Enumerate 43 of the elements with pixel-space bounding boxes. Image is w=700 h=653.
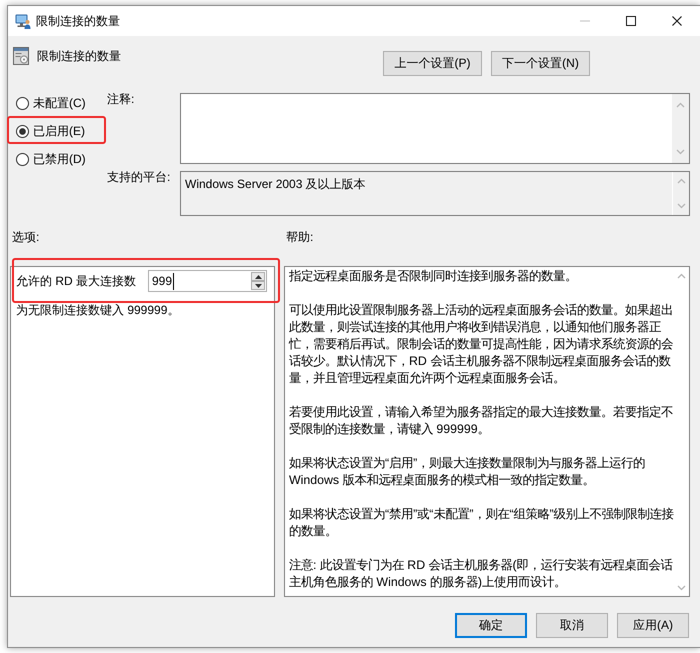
help-paragraph: 可以使用此设置限制服务器上活动的远程桌面服务会话的数量。如果超出此数量，则尝试连接的其他用户将收到错误消息，以通知他们服务器正忙，需要稍后再试。限制会话的数量可提高性能，因为请求系统资源的会话较少。默认情况下，RD 会话主机服务器不限制远程桌面服务会话的数量，并且管理远程桌面允许两个远程桌面服务会话。 [289, 302, 674, 387]
help-paragraph: 如果将状态设置为“禁用”或“未配置”，则在“组策略”级别上不强制限制连接的数量。 [289, 506, 674, 540]
scroll-down-icon[interactable] [677, 585, 686, 591]
up-triangle-icon[interactable] [254, 274, 262, 278]
scroll-down-icon[interactable] [676, 203, 686, 209]
next-setting-button[interactable]: 下一个设置(N) [491, 51, 590, 76]
spin-down-button[interactable] [251, 281, 265, 290]
spin-up-button[interactable] [251, 272, 265, 281]
ok-button[interactable]: 确定 [455, 613, 527, 638]
options-note: 为无限制连接数键入 999999。 [16, 303, 180, 317]
radio-button[interactable] [16, 96, 29, 110]
help-paragraph: 如果将状态设置为“启用”，则最大连接数量限制为与服务器上运行的 Windows 版本和远程桌面服务的模式相一致的指定数量。 [289, 455, 646, 489]
radio-button[interactable] [16, 124, 29, 138]
spin-field[interactable]: 999 [148, 270, 267, 292]
help-paragraph: 若要使用此设置，请输入希望为服务器指定的最大连接数量。若要指定不受限制的连接数量，请键入 999999。 [289, 404, 674, 438]
comment-label: 注释: [107, 91, 136, 107]
text-cursor-icon [173, 272, 174, 290]
computer-user-icon [15, 13, 31, 29]
radio-label[interactable]: 已禁用(D) [33, 151, 86, 167]
help-label: 帮助: [286, 229, 314, 245]
apply-button[interactable]: 应用(A) [617, 613, 689, 638]
comment-field[interactable] [180, 93, 690, 164]
options-label: 选项: [12, 229, 40, 245]
window-title: 限制连接的数量 [36, 13, 120, 29]
scroll-down-icon[interactable] [676, 149, 685, 155]
setting-title: 限制连接的数量 [37, 48, 121, 65]
help-paragraph: 指定远程桌面服务是否限制同时连接到服务器的数量。 [289, 268, 578, 285]
radio-label[interactable]: 未配置(C) [33, 95, 86, 111]
scroll-up-icon[interactable] [677, 273, 686, 279]
scroll-up-icon[interactable] [676, 102, 685, 108]
platform-label: 支持的平台: [107, 169, 172, 185]
close-icon[interactable] [672, 16, 682, 26]
down-triangle-icon[interactable] [254, 284, 262, 288]
scrollbar[interactable] [672, 94, 689, 163]
help-paragraph: 注意: 此设置专门为在 RD 会话主机服务器(即，运行安装有远程桌面会话主机角色服务的 Windows 的服务器)上使用而设计。 [289, 557, 674, 591]
cancel-button[interactable]: 取消 [536, 613, 608, 638]
previous-setting-button[interactable]: 上一个设置(P) [383, 51, 482, 76]
scroll-up-icon[interactable] [676, 178, 686, 184]
platform-field[interactable]: Windows Server 2003 及以上版本 [180, 171, 690, 216]
radio-button[interactable] [16, 152, 29, 166]
option-label: 允许的 RD 最大连接数 [16, 273, 136, 289]
maximize-icon[interactable] [626, 16, 636, 26]
radio-label[interactable]: 已启用(E) [33, 123, 85, 139]
